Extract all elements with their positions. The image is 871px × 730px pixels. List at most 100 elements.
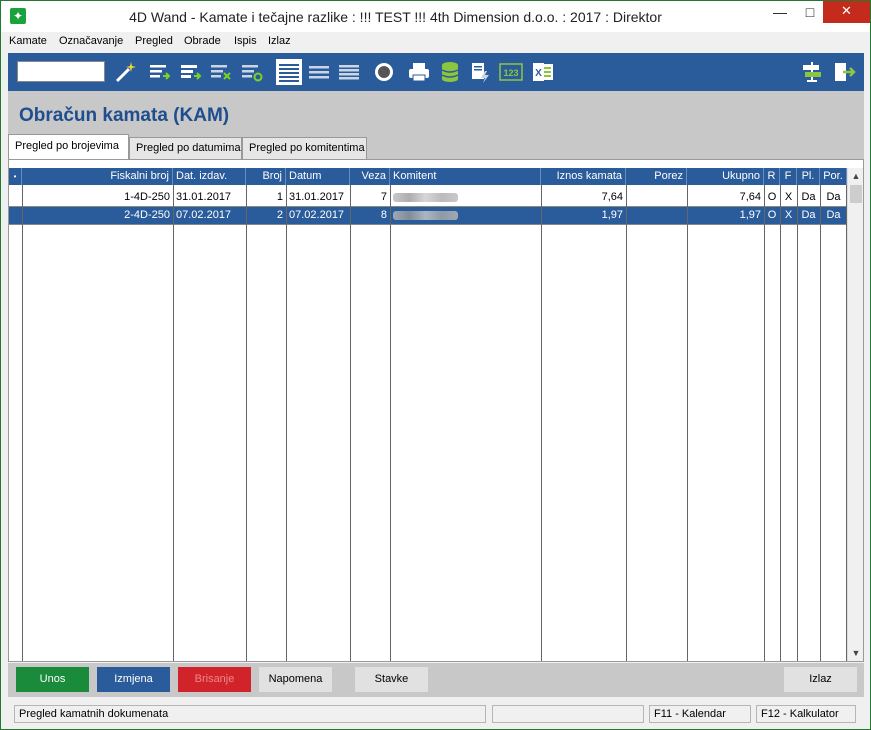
table-row[interactable]: 1-4D-250 31.01.2017 1 31.01.2017 7 7,64 … (9, 189, 847, 206)
tab-pregled-po-komitentima[interactable]: Pregled po komitentima (242, 137, 367, 159)
list-add-icon[interactable] (147, 59, 173, 85)
wand-icon[interactable] (112, 59, 138, 85)
scroll-thumb[interactable] (850, 185, 862, 203)
cell-ukupno: 1,97 (739, 209, 761, 221)
exit-icon[interactable] (831, 59, 857, 85)
cell-iznos-kamata: 1,97 (601, 209, 623, 221)
menu-pregled[interactable]: Pregled (135, 35, 173, 47)
izlaz-button[interactable]: Izlaz (784, 667, 857, 692)
col-divider (820, 185, 821, 661)
unos-button[interactable]: Unos (16, 667, 89, 692)
printer-icon[interactable] (406, 59, 432, 85)
menu-bar: Kamate Označavanje Pregled Obrade Ispis … (1, 32, 870, 52)
numeric-123-label: 123 (503, 68, 518, 78)
grid-header: • Fiskalni broj Dat. izdav. Broj Datum V… (9, 168, 847, 185)
col-divider (797, 185, 798, 661)
list-view-active-icon[interactable] (276, 59, 302, 85)
cell-por: Da (826, 191, 841, 203)
tab-pregled-po-datumima[interactable]: Pregled po datumima (129, 137, 242, 159)
menu-ispis[interactable]: Ispis (234, 35, 257, 47)
menu-izlaz[interactable]: Izlaz (268, 35, 291, 47)
cell-porez (626, 207, 687, 224)
col-pl[interactable]: Pl. (797, 168, 820, 185)
col-divider (780, 185, 781, 661)
cell-dat-izdav: 07.02.2017 (176, 209, 232, 221)
col-divider (286, 185, 287, 661)
col-datum[interactable]: Datum (286, 168, 350, 185)
window-title: 4D Wand - Kamate i tečajne razlike : !!!… (129, 9, 662, 25)
col-f[interactable]: F (780, 168, 797, 185)
col-divider (687, 185, 688, 661)
page-title: Obračun kamata (KAM) (19, 105, 230, 126)
col-divider (246, 185, 247, 661)
grid-panel: • Fiskalni broj Dat. izdav. Broj Datum V… (8, 159, 864, 662)
cell-iznos-kamata: 7,64 (601, 191, 623, 203)
search-input[interactable] (17, 61, 105, 82)
header-pane: Obračun kamata (KAM) Pregled po brojevim… (8, 91, 864, 159)
vertical-scrollbar[interactable]: ▲ ▼ (847, 168, 863, 661)
status-bar: Pregled kamatnih dokumenata F11 - Kalend… (1, 701, 870, 729)
status-f11-kalendar[interactable]: F11 - Kalendar (649, 705, 751, 723)
toolbar: 123 X (8, 53, 864, 91)
col-por[interactable]: Por. (820, 168, 847, 185)
document-flash-icon[interactable] (467, 59, 493, 85)
list-view-alt-icon[interactable] (336, 59, 362, 85)
minimize-button[interactable]: — (766, 1, 794, 25)
col-veza[interactable]: Veza (350, 168, 390, 185)
cell-f: X (784, 191, 793, 203)
col-ukupno[interactable]: Ukupno (687, 168, 764, 185)
list-view-icon[interactable] (306, 59, 332, 85)
col-divider (390, 185, 391, 661)
menu-kamate[interactable]: Kamate (9, 35, 47, 47)
cell-pl: Da (801, 209, 816, 221)
cell-porez (626, 189, 687, 206)
numeric-123-icon[interactable]: 123 (498, 59, 524, 85)
cell-broj: 2 (276, 209, 283, 221)
cell-broj: 1 (276, 191, 283, 203)
database-icon[interactable] (437, 59, 463, 85)
table-row-selected[interactable]: 2-4D-250 07.02.2017 2 07.02.2017 8 1,97 … (9, 207, 847, 224)
col-divider (22, 185, 23, 661)
tab-pregled-po-brojevima[interactable]: Pregled po brojevima (8, 134, 129, 159)
title-bar: ✦ 4D Wand - Kamate i tečajne razlike : !… (1, 1, 870, 32)
action-bar: Unos Izmjena Brisanje Napomena Stavke Iz… (8, 663, 864, 697)
scroll-down-icon[interactable]: ▼ (848, 645, 864, 661)
app-window: ✦ 4D Wand - Kamate i tečajne razlike : !… (0, 0, 871, 730)
col-divider (173, 185, 174, 661)
row-divider (9, 224, 847, 225)
menu-oznacavanje[interactable]: Označavanje (59, 35, 123, 47)
scroll-up-icon[interactable]: ▲ (848, 168, 864, 184)
cell-pl: Da (801, 191, 816, 203)
col-r[interactable]: R (764, 168, 780, 185)
col-divider (350, 185, 351, 661)
list-add-bold-icon[interactable] (178, 59, 204, 85)
status-f12-kalkulator[interactable]: F12 - Kalkulator (756, 705, 856, 723)
record-icon[interactable] (371, 59, 397, 85)
maximize-button[interactable]: □ (796, 1, 824, 25)
col-broj[interactable]: Broj (246, 168, 286, 185)
col-dat-izdav[interactable]: Dat. izdav. (173, 168, 246, 185)
napomena-button[interactable]: Napomena (259, 667, 332, 692)
brisanje-button[interactable]: Brisanje (178, 667, 251, 692)
data-grid[interactable]: • Fiskalni broj Dat. izdav. Broj Datum V… (9, 160, 847, 661)
menu-obrade[interactable]: Obrade (184, 35, 221, 47)
col-iznos-kamata[interactable]: Iznos kamata (541, 168, 626, 185)
col-divider (626, 185, 627, 661)
cell-veza: 8 (380, 209, 387, 221)
list-delete-icon[interactable] (208, 59, 234, 85)
list-refresh-icon[interactable] (239, 59, 265, 85)
izmjena-button[interactable]: Izmjena (97, 667, 170, 692)
col-komitent[interactable]: Komitent (390, 168, 541, 185)
col-porez[interactable]: Porez (626, 168, 687, 185)
col-fiskalni-broj[interactable]: Fiskalni broj (22, 168, 173, 185)
excel-icon[interactable]: X (530, 59, 556, 85)
stavke-button[interactable]: Stavke (355, 667, 428, 692)
cell-fiskalni-broj: 1-4D-250 (124, 191, 170, 203)
close-button[interactable]: ✕ (823, 1, 870, 23)
row-marker-header[interactable]: • (9, 168, 22, 185)
status-message: Pregled kamatnih dokumenata (14, 705, 486, 723)
signpost-icon[interactable] (799, 59, 825, 85)
cell-r: O (767, 209, 777, 221)
col-divider (541, 185, 542, 661)
cell-fiskalni-broj: 2-4D-250 (124, 209, 170, 221)
